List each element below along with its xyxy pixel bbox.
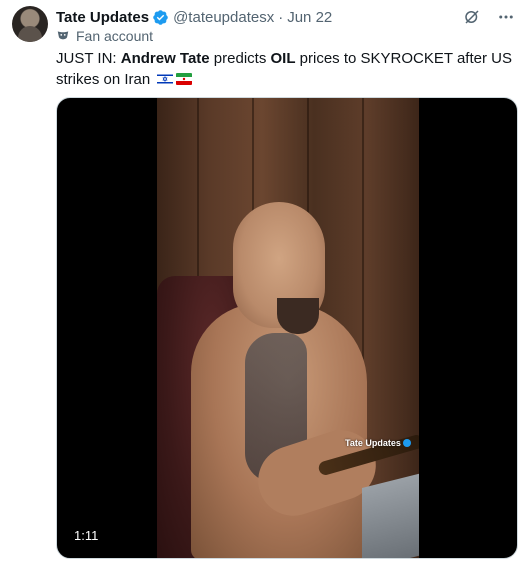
avatar-figure [18,26,42,42]
watermark-badge-icon [402,439,411,447]
grok-icon[interactable] [461,6,483,28]
verified-badge-icon [153,9,168,25]
tweet-header: Tate Updates @tateupdatesx · Jun 22 [56,6,517,28]
more-dots-glyph [499,15,513,19]
tweet-text-prefix: JUST IN: [56,50,121,67]
grok-glyph [465,10,479,24]
tweet-text-mid1: predicts [209,50,271,67]
author-handle[interactable]: @tateupdatesx [173,9,274,26]
video-watermark: Tate Updates [345,438,411,448]
israel-flag-icon [157,73,174,85]
author-name[interactable]: Tate Updates [56,9,149,26]
fan-account-text: Fan account [76,28,154,44]
author-avatar[interactable] [12,6,48,42]
video-duration: 1:11 [69,526,104,546]
tweet-text: JUST IN: Andrew Tate predicts OIL prices… [56,48,518,90]
theater-mask-icon [57,31,69,40]
watermark-text: Tate Updates [345,438,401,448]
tweet-text-bold-oil: OIL [270,50,296,67]
iran-flag-icon [176,73,193,85]
tweet-text-bold-name: Andrew Tate [120,50,210,67]
video-frame: Tate Updates [157,98,419,558]
wall-panel-line [362,98,364,398]
header-actions [461,6,517,28]
tweet-date[interactable]: Jun 22 [287,9,332,26]
more-options-icon[interactable] [495,6,517,28]
video-player[interactable]: Tate Updates 1:11 [56,97,518,559]
fan-account-label: Fan account [56,28,153,44]
separator-dot: · [278,8,284,26]
